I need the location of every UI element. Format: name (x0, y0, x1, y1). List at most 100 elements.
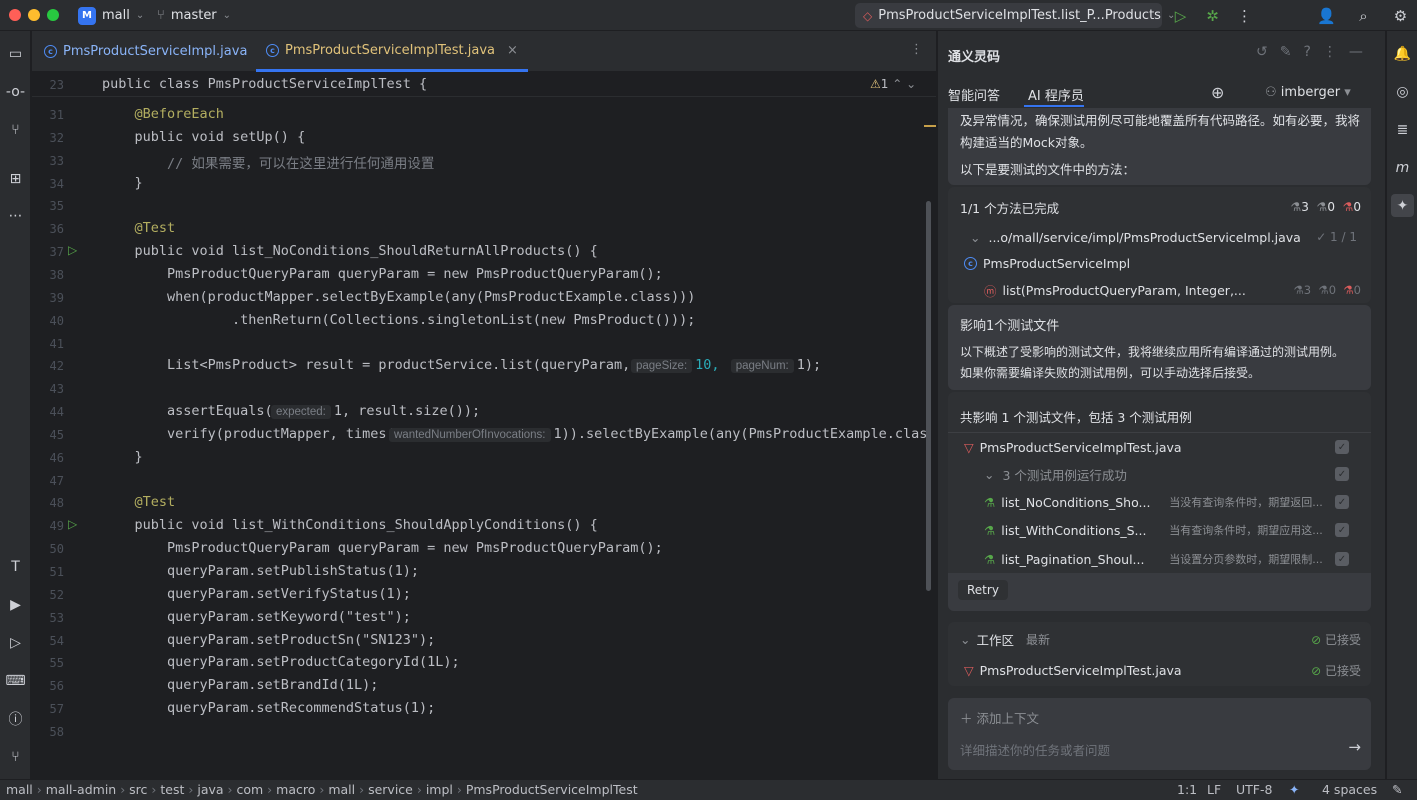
tests-card: 共影响 1 个测试文件，包括 3 个测试用例 ▽ PmsProductServi… (948, 392, 1371, 611)
latest-selector[interactable]: 最新 (1026, 631, 1050, 648)
line-ending[interactable]: LF (1207, 782, 1221, 797)
ai-assistant-icon[interactable]: ◎ (1391, 80, 1414, 103)
caret-position[interactable]: 1:1 (1177, 782, 1197, 797)
tab-pms-product-service-impl-test[interactable]: c PmsProductServiceImplTest.java × (256, 31, 528, 72)
line-number: 46 (49, 450, 64, 465)
settings-gear-icon[interactable]: ⚙ (1390, 5, 1411, 26)
build-hammer-icon[interactable]: T (4, 555, 27, 578)
test-case-row[interactable]: ⚗ list_Pagination_Shoul... 当设置分页参数时，期望限制… (948, 545, 1371, 573)
workspace-header[interactable]: ⌄ 工作区 最新 ⊘ 已接受 (948, 625, 1371, 653)
more-actions-icon[interactable]: ⋮ (1234, 5, 1255, 26)
branch-selector[interactable]: ⑂ master ⌄ (157, 0, 231, 31)
class-icon: c (44, 45, 57, 58)
run-test-gutter-icon[interactable]: ▷ (68, 517, 77, 531)
add-session-icon[interactable]: ⊕ (1211, 83, 1224, 102)
line-number: 57 (49, 702, 64, 717)
run-ok-row[interactable]: ⌄ 3 个测试用例运行成功 ✓ (948, 460, 1371, 488)
minimize-window-button[interactable] (28, 9, 40, 21)
editor-tabs: c PmsProductServiceImpl.java c PmsProduc… (32, 31, 936, 72)
readonly-toggle-icon[interactable]: ✎ (1392, 782, 1402, 797)
breadcrumb-item[interactable]: PmsProductServiceImplTest (466, 782, 638, 797)
test-case-checkbox[interactable]: ✓ (1335, 495, 1349, 509)
debug-icon[interactable]: ✲ (1202, 5, 1223, 26)
user-selector[interactable]: ⚇ imberger ▾ (1265, 85, 1351, 100)
pull-requests-icon[interactable]: ⑂ (4, 118, 27, 141)
test-counts: ⚗3 ⚗0 ⚗0 (1290, 200, 1362, 214)
test-file-row[interactable]: ▽ PmsProductServiceImplTest.java ✓ (948, 433, 1371, 461)
class-icon: c (266, 43, 279, 57)
breadcrumb-item[interactable]: java (197, 782, 223, 797)
project-folder-icon[interactable]: ▭ (4, 42, 27, 65)
lingma-icon[interactable]: ✦ (1391, 194, 1414, 217)
tab-pms-product-service-impl[interactable]: c PmsProductServiceImpl.java (44, 31, 247, 72)
close-window-button[interactable] (9, 9, 21, 21)
class-row[interactable]: c PmsProductServiceImpl (948, 249, 1371, 277)
test-case-row[interactable]: ⚗ list_WithConditions_S... 当有查询条件时，期望应用这… (948, 516, 1371, 544)
tab-options-icon[interactable]: ⋮ (910, 42, 923, 57)
more-tools-icon[interactable]: ⋯ (4, 204, 27, 227)
breadcrumb-item[interactable]: com (237, 782, 264, 797)
breadcrumb: mall › mall-admin › src › test › java › … (6, 782, 638, 797)
test-case-row[interactable]: ⚗ list_NoConditions_Sho... 当没有查询条件时，期望返回… (948, 488, 1371, 516)
test-file-checkbox[interactable]: ✓ (1335, 440, 1349, 454)
code-line: PmsProductQueryParam queryParam = new Pm… (102, 540, 663, 557)
zoom-window-button[interactable] (47, 9, 59, 21)
warning-indicator[interactable]: ⚠1 ⌃ ⌄ (870, 77, 916, 91)
panel-header-icons[interactable]: ↺✎?⋮— (1256, 44, 1375, 60)
search-icon[interactable]: ⌕ (1353, 5, 1374, 26)
breadcrumb-item[interactable]: src (129, 782, 147, 797)
git-icon[interactable]: ⑂ (4, 745, 27, 768)
breadcrumb-separator: › (355, 782, 369, 797)
breadcrumb-item[interactable]: mall (6, 782, 33, 797)
run-ok-checkbox[interactable]: ✓ (1335, 467, 1349, 481)
lingma-status-icon[interactable]: ✦ (1289, 782, 1299, 797)
send-arrow-icon[interactable]: → (1348, 738, 1361, 756)
run-icon[interactable]: ▷ (1170, 5, 1191, 26)
project-badge: M (78, 6, 96, 25)
structure-icon[interactable]: ⊞ (4, 167, 27, 190)
run-tool-icon[interactable]: ▷ (4, 631, 27, 654)
file-encoding[interactable]: UTF-8 (1236, 782, 1272, 797)
close-tab-icon[interactable]: × (507, 43, 518, 58)
notifications-bell-icon[interactable]: 🔔 (1391, 42, 1414, 65)
code-line: } (102, 174, 143, 191)
maven-icon[interactable]: m (1391, 156, 1414, 179)
breadcrumb-item[interactable]: impl (426, 782, 453, 797)
breadcrumb-item[interactable]: macro (276, 782, 315, 797)
breadcrumb-item[interactable]: service (368, 782, 413, 797)
tab-ai-programmer[interactable]: AI 程序员 (1028, 85, 1084, 104)
code-editor[interactable]: 31 @BeforeEach 32 public void setUp() {33… (32, 73, 936, 779)
workspace-file-row[interactable]: ▽ PmsProductServiceImplTest.java ⊘ 已接受 (948, 656, 1371, 684)
chat-input-box[interactable]: ＋ 添加上下文 详细描述你的任务或者问题 → (948, 698, 1371, 770)
services-icon[interactable]: ▶ (4, 593, 27, 616)
commit-icon[interactable]: -o- (4, 80, 27, 103)
retry-button[interactable]: Retry (958, 580, 1008, 600)
indent-setting[interactable]: 4 spaces (1322, 782, 1377, 797)
test-case-checkbox[interactable]: ✓ (1335, 523, 1349, 537)
code-line: PmsProductQueryParam queryParam = new Pm… (102, 265, 663, 282)
problems-icon[interactable]: ⓘ (4, 707, 27, 730)
error-stripe-mark[interactable] (924, 125, 936, 127)
method-counts: ⚗3 ⚗0 ⚗0 (1293, 283, 1361, 297)
line-number: 56 (49, 679, 64, 694)
vertical-scrollbar[interactable] (926, 201, 931, 591)
tab-smart-qa[interactable]: 智能问答 (948, 85, 1000, 104)
line-number: 31 (49, 108, 64, 122)
add-user-icon[interactable]: 👤 (1316, 5, 1337, 26)
progress-row: 1/1 个方法已完成 ⚗3 ⚗0 ⚗0 (948, 193, 1371, 221)
task-input-placeholder[interactable]: 详细描述你的任务或者问题 (960, 740, 1110, 759)
m-fail: 0 (1353, 283, 1361, 297)
terminal-icon[interactable]: ⌨ (4, 669, 27, 692)
run-configuration-selector[interactable]: ◇ PmsProductServiceImplTest.list_P...Pro… (855, 3, 1175, 28)
run-test-gutter-icon[interactable]: ▷ (68, 243, 77, 257)
add-context-button[interactable]: ＋ 添加上下文 (960, 708, 1039, 727)
database-icon[interactable]: ≣ (1391, 118, 1414, 141)
project-selector[interactable]: M mall ⌄ (78, 0, 144, 31)
method-row[interactable]: ⓜ list(PmsProductQueryParam, Integer,...… (948, 276, 1371, 304)
hint-rest: 1)).selectByExample(any(PmsProductExampl… (553, 425, 928, 442)
breadcrumb-item[interactable]: mall-admin (46, 782, 116, 797)
file-path-row[interactable]: ⌄ ...o/mall/service/impl/PmsProductServi… (948, 223, 1371, 251)
breadcrumb-item[interactable]: test (160, 782, 184, 797)
test-case-checkbox[interactable]: ✓ (1335, 552, 1349, 566)
breadcrumb-item[interactable]: mall (328, 782, 355, 797)
